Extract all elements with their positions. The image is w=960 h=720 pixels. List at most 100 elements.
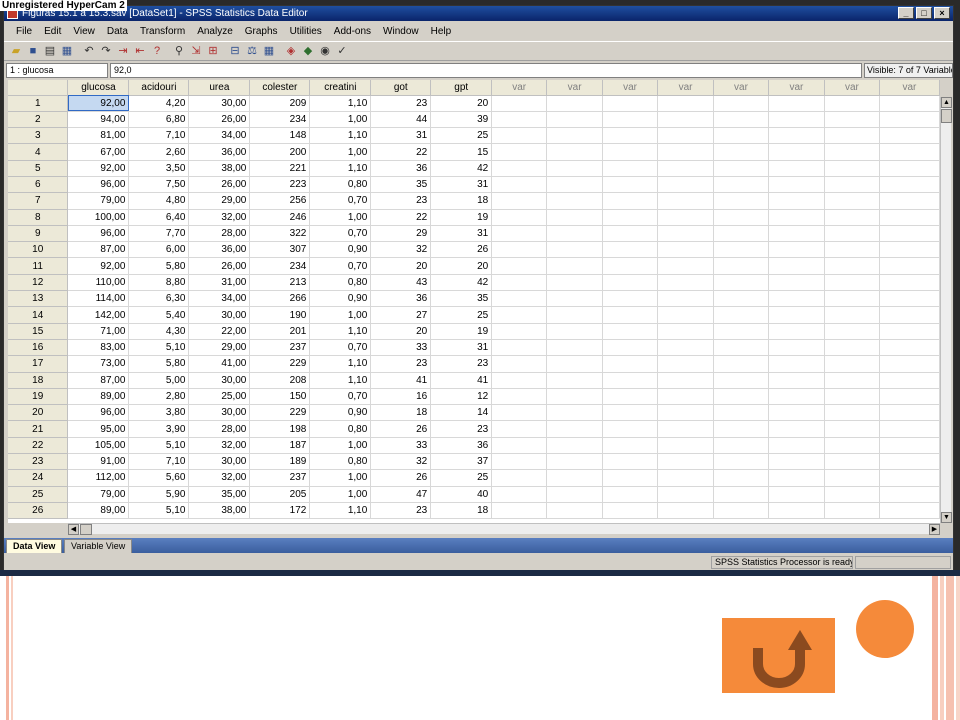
data-cell[interactable]: 16 xyxy=(370,388,432,406)
data-cell[interactable]: 27 xyxy=(370,306,432,324)
empty-cell[interactable] xyxy=(713,209,769,226)
data-cell[interactable]: 5,80 xyxy=(128,355,190,373)
empty-cell[interactable] xyxy=(546,502,604,520)
data-cell[interactable]: 5,90 xyxy=(128,486,190,503)
empty-cell[interactable] xyxy=(546,339,604,357)
data-cell[interactable]: 3,50 xyxy=(128,160,190,177)
data-cell[interactable]: 26 xyxy=(430,241,493,259)
column-header-got[interactable]: got xyxy=(370,80,432,96)
data-cell[interactable]: 36 xyxy=(430,437,493,455)
empty-cell[interactable] xyxy=(824,437,880,455)
empty-cell[interactable] xyxy=(657,209,715,226)
column-header-urea[interactable]: urea xyxy=(188,80,251,96)
data-cell[interactable]: 34,00 xyxy=(188,127,251,145)
empty-cell[interactable] xyxy=(491,143,548,161)
data-cell[interactable]: 29 xyxy=(370,225,432,243)
empty-cell[interactable] xyxy=(879,469,940,487)
empty-cell[interactable] xyxy=(824,404,880,422)
data-cell[interactable]: 208 xyxy=(249,372,311,389)
empty-cell[interactable] xyxy=(546,95,604,112)
data-cell[interactable]: 3,90 xyxy=(128,420,190,438)
data-cell[interactable]: 43 xyxy=(370,274,432,292)
data-cell[interactable]: 1,10 xyxy=(309,127,372,145)
data-cell[interactable]: 201 xyxy=(249,323,311,340)
empty-cell[interactable] xyxy=(768,372,825,389)
data-cell[interactable]: 25 xyxy=(430,469,493,487)
data-cell[interactable]: 94,00 xyxy=(67,111,130,129)
corner-cell[interactable] xyxy=(8,80,69,96)
data-cell[interactable]: 31,00 xyxy=(188,274,251,292)
row-number[interactable]: 18 xyxy=(8,372,69,389)
data-cell[interactable]: 32 xyxy=(370,241,432,259)
empty-cell[interactable] xyxy=(713,355,769,373)
empty-cell[interactable] xyxy=(713,388,769,406)
empty-cell[interactable] xyxy=(602,160,659,177)
data-cell[interactable]: 96,00 xyxy=(67,176,130,194)
empty-cell[interactable] xyxy=(879,127,940,145)
data-cell[interactable]: 92,00 xyxy=(67,95,130,112)
redo-icon[interactable]: ↷ xyxy=(98,43,114,59)
data-cell[interactable]: 148 xyxy=(249,127,311,145)
data-cell[interactable]: 30,00 xyxy=(188,306,251,324)
data-cell[interactable]: 89,00 xyxy=(67,388,130,406)
empty-cell[interactable] xyxy=(602,225,659,243)
empty-cell[interactable] xyxy=(491,225,548,243)
empty-cell[interactable] xyxy=(879,420,940,438)
column-header-gpt[interactable]: gpt xyxy=(430,80,493,96)
data-cell[interactable]: 322 xyxy=(249,225,311,243)
data-cell[interactable]: 33 xyxy=(370,437,432,455)
empty-cell[interactable] xyxy=(768,176,825,194)
empty-cell[interactable] xyxy=(602,257,659,275)
empty-cell[interactable] xyxy=(602,339,659,357)
maximize-button[interactable]: □ xyxy=(916,7,932,19)
data-cell[interactable]: 6,30 xyxy=(128,290,190,308)
empty-cell[interactable] xyxy=(768,274,825,292)
data-cell[interactable]: 31 xyxy=(430,176,493,194)
data-cell[interactable]: 0,70 xyxy=(309,339,372,357)
empty-cell[interactable] xyxy=(879,339,940,357)
data-cell[interactable]: 5,10 xyxy=(128,339,190,357)
data-cell[interactable]: 31 xyxy=(370,127,432,145)
data-cell[interactable]: 32,00 xyxy=(188,437,251,455)
empty-cell[interactable] xyxy=(768,306,825,324)
data-cell[interactable]: 1,00 xyxy=(309,469,372,487)
vertical-scroll-thumb[interactable] xyxy=(941,109,952,123)
empty-cell[interactable] xyxy=(768,437,825,455)
data-cell[interactable]: 20 xyxy=(370,257,432,275)
data-cell[interactable]: 1,00 xyxy=(309,111,372,129)
data-cell[interactable]: 0,90 xyxy=(309,241,372,259)
close-button[interactable]: × xyxy=(934,7,950,19)
empty-cell[interactable] xyxy=(657,486,715,503)
empty-cell[interactable] xyxy=(768,453,825,471)
data-cell[interactable]: 20 xyxy=(430,95,493,112)
empty-cell[interactable] xyxy=(879,388,940,406)
row-number[interactable]: 26 xyxy=(8,502,69,520)
empty-cell[interactable] xyxy=(602,388,659,406)
data-cell[interactable]: 7,10 xyxy=(128,127,190,145)
empty-cell[interactable] xyxy=(824,241,880,259)
data-cell[interactable]: 83,00 xyxy=(67,339,130,357)
data-cell[interactable]: 36 xyxy=(370,160,432,177)
select-cases-icon[interactable]: ▦ xyxy=(261,43,277,59)
data-cell[interactable]: 26,00 xyxy=(188,257,251,275)
weight-cases-icon[interactable]: ⚖ xyxy=(244,43,260,59)
empty-cell[interactable] xyxy=(657,502,715,520)
empty-cell[interactable] xyxy=(602,176,659,194)
data-cell[interactable]: 35 xyxy=(430,290,493,308)
empty-cell[interactable] xyxy=(546,257,604,275)
data-cell[interactable]: 7,70 xyxy=(128,225,190,243)
data-cell[interactable]: 30,00 xyxy=(188,453,251,471)
data-cell[interactable]: 1,00 xyxy=(309,143,372,161)
data-cell[interactable]: 0,80 xyxy=(309,420,372,438)
empty-cell[interactable] xyxy=(879,404,940,422)
empty-cell[interactable] xyxy=(768,209,825,226)
row-number[interactable]: 7 xyxy=(8,192,69,210)
minimize-button[interactable]: _ xyxy=(898,7,914,19)
data-cell[interactable]: 0,70 xyxy=(309,388,372,406)
data-cell[interactable]: 67,00 xyxy=(67,143,130,161)
empty-cell[interactable] xyxy=(824,257,880,275)
data-cell[interactable]: 190 xyxy=(249,306,311,324)
data-cell[interactable]: 7,50 xyxy=(128,176,190,194)
row-number[interactable]: 19 xyxy=(8,388,69,406)
empty-cell[interactable] xyxy=(491,323,548,340)
